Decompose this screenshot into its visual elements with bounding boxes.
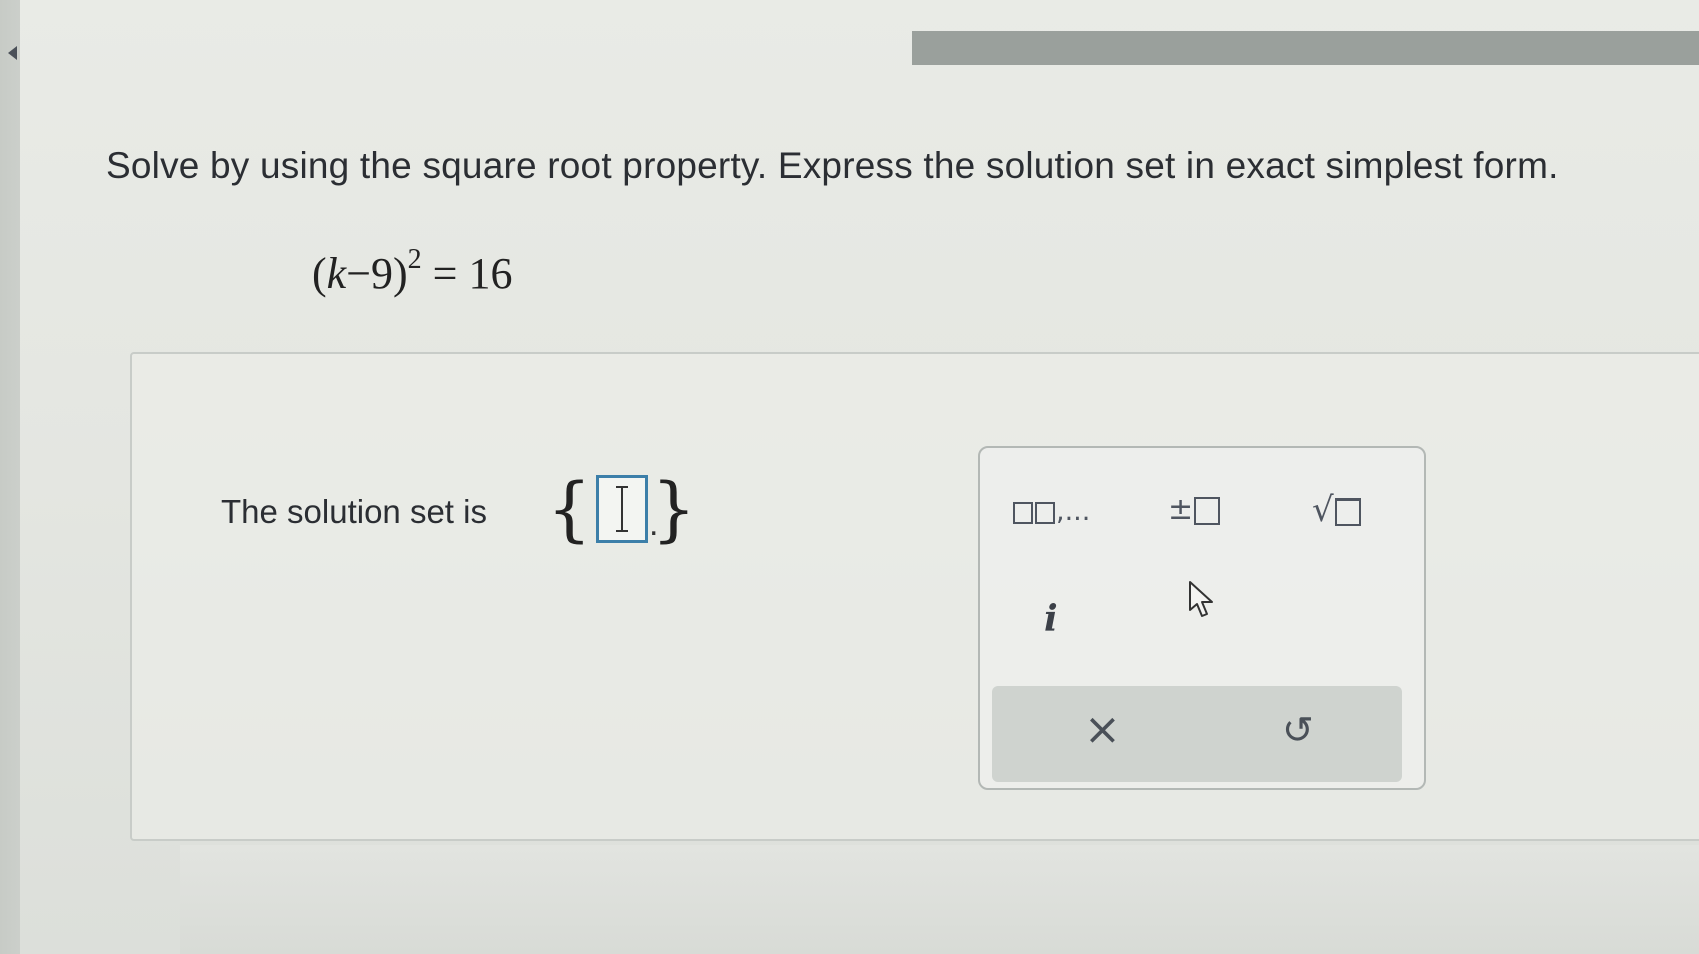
- equation-close-paren: ): [393, 249, 408, 298]
- equation-operator: −9: [346, 249, 394, 298]
- answer-set: { }: [547, 466, 696, 551]
- text-caret: [615, 485, 628, 532]
- imaginary-unit-key-button[interactable]: i: [1044, 598, 1058, 640]
- top-progress-bar: [912, 31, 1699, 65]
- placeholder-box-icon: [1194, 496, 1221, 525]
- equation-exponent: 2: [407, 244, 422, 276]
- square-root-icon: √: [1312, 490, 1334, 530]
- undo-button[interactable]: ↺: [1282, 708, 1314, 752]
- answer-area: [130, 352, 1699, 841]
- clear-button[interactable]: ×: [1084, 704, 1121, 755]
- lower-panel: [180, 845, 1699, 954]
- answer-period: .: [649, 505, 659, 543]
- question-instruction: Solve by using the square root property.…: [106, 145, 1559, 186]
- placeholder-box-icon: [1013, 501, 1033, 524]
- equation-variable: k: [326, 249, 347, 298]
- square-root-key-button[interactable]: √: [1312, 490, 1362, 530]
- screen: Solve by using the square root property.…: [0, 0, 1699, 954]
- solution-input[interactable]: [595, 474, 648, 543]
- solution-set-label: The solution set is: [221, 493, 487, 530]
- math-keypad: ,... ± √ i × ↺: [978, 446, 1426, 790]
- placeholder-box-icon: [1035, 501, 1055, 524]
- back-arrow-icon[interactable]: [8, 46, 17, 60]
- mouse-cursor-icon: [1189, 581, 1213, 617]
- equation-rhs: = 16: [432, 249, 513, 298]
- keypad-action-bar: × ↺: [992, 686, 1402, 782]
- plus-minus-key-button[interactable]: ±: [1168, 492, 1221, 527]
- open-brace: {: [547, 467, 592, 550]
- list-key-button[interactable]: ,...: [1012, 496, 1090, 527]
- list-key-label: ,...: [1056, 496, 1091, 527]
- placeholder-box-icon: [1334, 497, 1361, 526]
- plus-minus-icon: ±: [1168, 492, 1194, 527]
- equation-open-paren: (: [312, 249, 327, 298]
- equation: (k−9)2 = 16: [312, 244, 513, 299]
